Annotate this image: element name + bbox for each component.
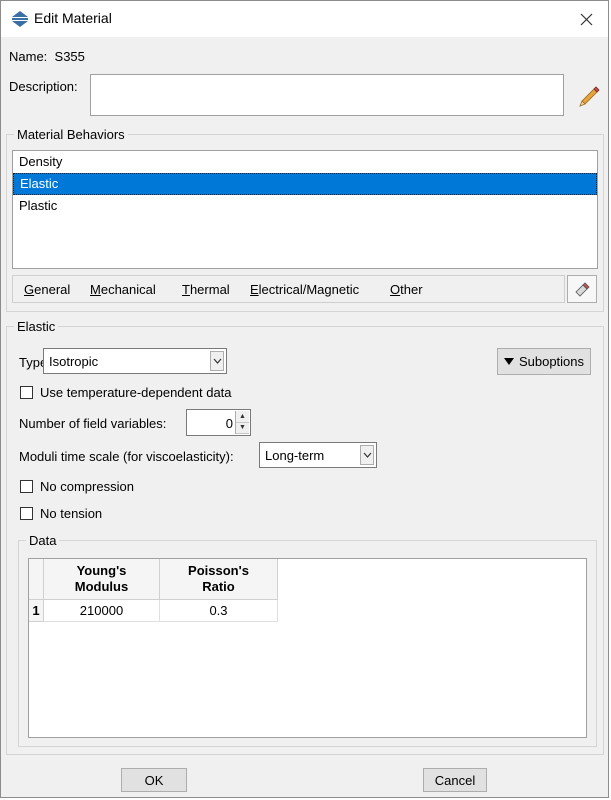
moduli-select-dropdown[interactable] xyxy=(360,445,374,465)
type-select[interactable]: Isotropic xyxy=(43,348,227,374)
behavior-menubar: General Mechanical Thermal Electrical/Ma… xyxy=(12,275,565,303)
behavior-item-elastic[interactable]: Elastic xyxy=(13,173,597,195)
behavior-item-density[interactable]: Density xyxy=(13,151,597,173)
behavior-item-plastic[interactable]: Plastic xyxy=(13,195,597,217)
window-title: Edit Material xyxy=(34,10,112,26)
menu-other[interactable]: Other xyxy=(390,282,423,297)
field-vars-spin-buttons[interactable]: ▲ ▼ xyxy=(235,411,249,434)
triangle-down-icon xyxy=(503,358,514,365)
material-name-value: S355 xyxy=(54,49,85,64)
elastic-group-title: Elastic xyxy=(17,319,56,334)
eraser-icon xyxy=(575,282,590,297)
field-vars-spinner[interactable]: 0 ▲ ▼ xyxy=(186,409,251,436)
pencil-icon[interactable] xyxy=(577,84,601,108)
ok-button[interactable]: OK xyxy=(121,768,187,792)
close-icon xyxy=(580,13,592,25)
no-compression-checkbox[interactable] xyxy=(20,480,33,493)
name-label: Name: S355 xyxy=(9,49,85,64)
moduli-select[interactable]: Long-term xyxy=(259,442,377,468)
row-header[interactable]: 1 xyxy=(29,600,44,622)
chevron-down-icon xyxy=(213,358,221,364)
field-vars-label: Number of field variables: xyxy=(19,416,167,431)
delete-behavior-button[interactable] xyxy=(567,275,597,303)
temp-dependent-checkbox[interactable] xyxy=(20,386,33,399)
table-corner xyxy=(29,559,44,600)
type-select-dropdown[interactable] xyxy=(210,351,224,371)
field-vars-value: 0 xyxy=(225,416,233,431)
behaviors-list[interactable]: Density Elastic Plastic xyxy=(12,150,598,269)
type-select-value: Isotropic xyxy=(49,354,99,369)
suboptions-button[interactable]: Suboptions xyxy=(497,348,591,375)
description-input[interactable] xyxy=(90,74,564,116)
material-behaviors-title: Material Behaviors xyxy=(17,127,125,142)
material-app-icon xyxy=(12,11,28,27)
spin-down-icon[interactable]: ▼ xyxy=(236,422,249,434)
no-compression-label: No compression xyxy=(40,479,134,494)
data-table[interactable]: Young's Modulus Poisson's Ratio 1 210000… xyxy=(28,558,587,738)
chevron-down-icon xyxy=(363,452,371,458)
data-group-title: Data xyxy=(29,533,57,548)
column-header-poissons-ratio[interactable]: Poisson's Ratio xyxy=(160,559,278,600)
menu-electrical-magnetic[interactable]: Electrical/Magnetic xyxy=(250,282,359,297)
menu-general[interactable]: General xyxy=(24,282,70,297)
description-label: Description: xyxy=(9,79,78,94)
cancel-button[interactable]: Cancel xyxy=(423,768,487,792)
close-button[interactable] xyxy=(564,1,608,37)
moduli-label: Moduli time scale (for viscoelasticity): xyxy=(19,449,234,464)
menu-mechanical[interactable]: Mechanical xyxy=(90,282,156,297)
column-header-youngs-modulus[interactable]: Young's Modulus xyxy=(44,559,160,600)
title-bar: Edit Material xyxy=(1,1,608,37)
spin-up-icon[interactable]: ▲ xyxy=(236,411,249,423)
edit-material-dialog: Edit Material Name: S355 Description: Ma… xyxy=(0,0,609,798)
moduli-select-value: Long-term xyxy=(265,448,325,463)
no-tension-label: No tension xyxy=(40,506,103,521)
table-cell-poissons-ratio[interactable]: 0.3 xyxy=(160,600,278,622)
no-tension-checkbox[interactable] xyxy=(20,507,33,520)
table-cell-youngs-modulus[interactable]: 210000 xyxy=(44,600,160,622)
temp-dependent-label: Use temperature-dependent data xyxy=(40,385,232,400)
menu-thermal[interactable]: Thermal xyxy=(182,282,230,297)
